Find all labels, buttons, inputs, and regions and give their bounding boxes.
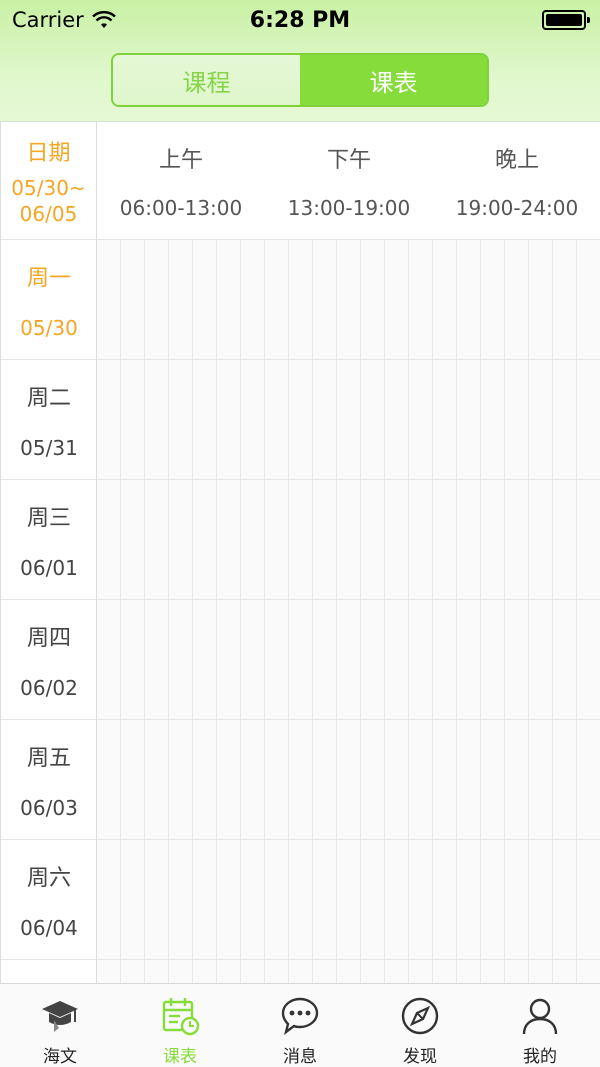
day-name: 周四 [26,625,71,651]
segment-courses[interactable]: 课程 [113,55,300,105]
day-date: 05/31 [20,435,78,460]
battery-icon [542,10,590,30]
day-date: 06/03 [20,795,78,820]
carrier: Carrier [12,8,116,32]
row-divider [97,599,600,600]
schedule-grid[interactable] [97,240,600,983]
tab-discover[interactable]: 发现 [360,984,480,1067]
tab-label: 消息 [283,1047,317,1067]
day-date: 05/30 [20,315,78,340]
tab-messages[interactable]: 消息 [240,984,360,1067]
day-name: 周六 [26,865,71,891]
day-date: 06/02 [20,675,78,700]
date-range: 05/30~ 06/05 [11,175,85,227]
day-row-friday[interactable]: 周五 06/03 [1,720,97,840]
date-range-header: 日期 05/30~ 06/05 [1,122,97,240]
day-name: 周三 [26,505,71,531]
period-header-afternoon: 下午 13:00-19:00 [265,122,433,240]
day-row-wednesday[interactable]: 周三 06/01 [1,480,97,600]
compass-icon [400,996,440,1036]
day-name: 周五 [26,745,71,771]
tab-label: 我的 [523,1047,557,1067]
row-divider [97,959,600,960]
day-date: 06/04 [20,915,78,940]
period-header-morning: 上午 06:00-13:00 [97,122,265,240]
day-row-saturday[interactable]: 周六 06/04 [1,840,97,960]
period-name: 上午 [158,147,203,173]
tab-haiwen[interactable]: 海文 [0,984,120,1067]
date-range-end: 06/05 [19,201,78,226]
day-row-partial [1,960,97,983]
tab-label: 海文 [43,1047,77,1067]
period-time: 06:00-13:00 [119,195,243,220]
period-header-evening: 晚上 19:00-24:00 [433,122,600,240]
graduation-cap-icon [40,996,80,1036]
day-row-monday[interactable]: 周一 05/30 [1,240,97,360]
row-divider [97,479,600,480]
period-time: 19:00-24:00 [455,195,579,220]
person-icon [520,996,560,1036]
period-name: 下午 [326,147,371,173]
row-divider [97,839,600,840]
status-bar: Carrier 6:28 PM [0,0,600,40]
day-date: 06/01 [20,555,78,580]
row-divider [97,359,600,360]
segment-schedule[interactable]: 课表 [300,55,487,105]
period-time: 13:00-19:00 [287,195,411,220]
day-row-thursday[interactable]: 周四 06/02 [1,600,97,720]
calendar-clock-icon [160,996,200,1036]
tab-bar: 海文 课表 消息 发现 我的 [0,983,600,1067]
tab-label: 课表 [163,1047,197,1067]
row-divider [97,719,600,720]
schedule-table: 日期 05/30~ 06/05 上午 06:00-13:00 下午 13:00-… [0,122,600,983]
date-header-label: 日期 [26,140,71,166]
header: Carrier 6:28 PM 课程 课表 [0,0,600,122]
tab-label: 发现 [403,1047,437,1067]
day-name: 周一 [26,265,71,291]
day-row-tuesday[interactable]: 周二 05/31 [1,360,97,480]
date-range-start: 05/30~ [11,175,86,200]
wifi-icon [92,11,116,28]
tab-schedule[interactable]: 课表 [120,984,240,1067]
day-name: 周二 [26,385,71,411]
period-name: 晚上 [494,147,539,173]
carrier-label: Carrier [12,8,84,32]
tab-profile[interactable]: 我的 [480,984,600,1067]
chat-bubble-icon [280,996,320,1036]
view-switcher: 课程 课表 [111,53,489,107]
